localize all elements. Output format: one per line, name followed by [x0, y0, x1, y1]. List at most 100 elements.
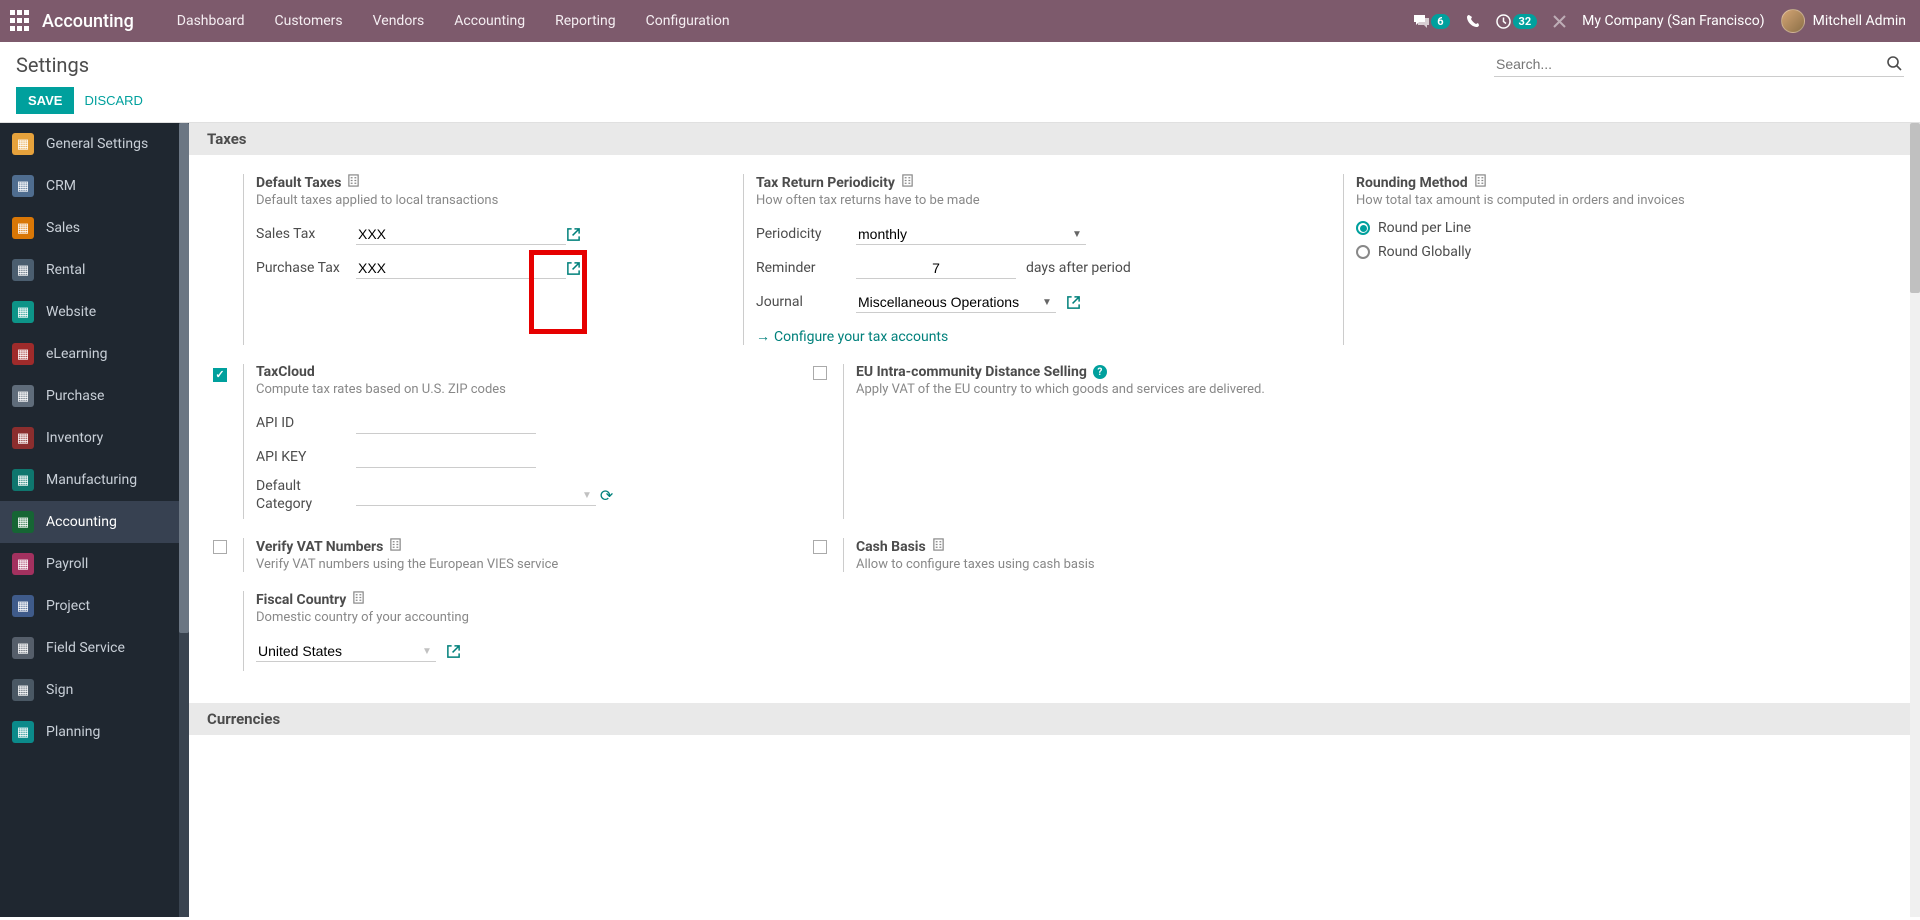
discard-button[interactable]: Discard — [84, 93, 143, 108]
avatar — [1781, 9, 1805, 33]
radio-icon — [1356, 245, 1370, 259]
sidebar-item-purchase[interactable]: ▦Purchase — [0, 375, 189, 417]
sidebar-item-accounting[interactable]: ▦Accounting — [0, 501, 189, 543]
sidebar-item-label: Website — [46, 304, 96, 320]
journal-select[interactable] — [856, 292, 1056, 313]
fiscal-country-external-link-icon[interactable] — [446, 644, 461, 659]
company-selector[interactable]: My Company (San Francisco) — [1582, 13, 1764, 29]
sales-tax-external-link-icon[interactable] — [566, 227, 581, 242]
nav-item-dashboard[interactable]: Dashboard — [162, 0, 260, 42]
nav-item-reporting[interactable]: Reporting — [540, 0, 631, 42]
sidebar-item-label: CRM — [46, 178, 76, 194]
nav-item-accounting[interactable]: Accounting — [439, 0, 540, 42]
eu-distance-checkbox[interactable] — [813, 366, 827, 380]
sidebar-item-website[interactable]: ▦ Website — [0, 291, 189, 333]
sidebar-icon: ▦ — [12, 469, 34, 491]
chevron-down-icon[interactable]: ▼ — [422, 646, 432, 657]
nav-item-customers[interactable]: Customers — [260, 0, 358, 42]
close-tray-icon[interactable] — [1553, 15, 1566, 28]
sidebar-item-label: Sales — [46, 220, 80, 236]
setting-eu-distance: EU Intra-community Distance Selling ? Ap… — [813, 359, 1313, 533]
periodicity-select[interactable] — [856, 224, 1086, 245]
sidebar-item-label: Field Service — [46, 640, 125, 656]
rounding-title: Rounding Method — [1356, 175, 1468, 191]
chevron-down-icon[interactable]: ▼ — [1042, 297, 1052, 308]
building-icon — [932, 538, 945, 555]
taxcloud-checkbox[interactable] — [213, 368, 227, 382]
sidebar-item-label: Project — [46, 598, 90, 614]
fiscal-country-select[interactable] — [256, 641, 436, 662]
sidebar-item-rental[interactable]: ▦Rental — [0, 249, 189, 291]
refresh-icon[interactable]: ⟳ — [600, 486, 613, 505]
purchase-tax-external-link-icon[interactable] — [566, 261, 581, 276]
messages-icon[interactable]: 6 — [1413, 14, 1449, 29]
periodicity-label: Periodicity — [756, 226, 856, 242]
taxcloud-title: TaxCloud — [256, 364, 315, 380]
default-category-select[interactable] — [356, 485, 596, 506]
user-menu[interactable]: Mitchell Admin — [1781, 9, 1906, 33]
chevron-down-icon[interactable]: ▼ — [582, 490, 592, 501]
content-scrollbar[interactable] — [1910, 123, 1920, 917]
building-icon — [352, 591, 365, 608]
sidebar-icon: ▦ — [12, 175, 34, 197]
sidebar-scrollbar[interactable] — [179, 123, 189, 917]
nav-item-configuration[interactable]: Configuration — [631, 0, 745, 42]
nav-item-vendors[interactable]: Vendors — [358, 0, 440, 42]
api-key-input[interactable] — [356, 447, 536, 468]
journal-external-link-icon[interactable] — [1066, 295, 1081, 310]
sidebar-icon: ▦ — [12, 595, 34, 617]
cash-basis-checkbox[interactable] — [813, 540, 827, 554]
radio-label: Round Globally — [1378, 244, 1471, 260]
settings-sidebar: ▦General Settings▦CRM▦Sales▦Rental▦Websi… — [0, 123, 189, 917]
sidebar-item-label: Purchase — [46, 388, 104, 404]
sidebar-item-sales[interactable]: ▦Sales — [0, 207, 189, 249]
chevron-down-icon[interactable]: ▼ — [1072, 229, 1082, 240]
sidebar-item-planning[interactable]: ▦Planning — [0, 711, 189, 753]
purchase-tax-label: Purchase Tax — [256, 260, 356, 276]
sidebar-item-project[interactable]: ▦ Project — [0, 585, 189, 627]
setting-rounding: Rounding Method How total tax amount is … — [1313, 169, 1813, 359]
top-nav: Accounting Dashboard Customers Vendors A… — [0, 0, 1920, 42]
sidebar-item-label: Payroll — [46, 556, 88, 572]
sidebar-item-sign[interactable]: ▦Sign — [0, 669, 189, 711]
building-icon — [389, 538, 402, 555]
api-id-input[interactable] — [356, 413, 536, 434]
reminder-label: Reminder — [756, 260, 856, 276]
phone-icon[interactable] — [1466, 14, 1480, 28]
sidebar-icon: ▦ — [12, 133, 34, 155]
sidebar-item-payroll[interactable]: ▦Payroll — [0, 543, 189, 585]
sidebar-item-crm[interactable]: ▦ CRM — [0, 165, 189, 207]
eu-distance-title: EU Intra-community Distance Selling — [856, 364, 1087, 380]
configure-tax-accounts-link[interactable]: Configure your tax accounts — [756, 328, 948, 345]
default-category-label: Default Category — [256, 477, 356, 513]
sidebar-item-general-settings[interactable]: ▦General Settings — [0, 123, 189, 165]
reminder-input[interactable] — [856, 258, 1016, 279]
sales-tax-input[interactable] — [356, 224, 566, 245]
brand[interactable]: Accounting — [42, 11, 134, 32]
apps-icon[interactable] — [10, 10, 32, 32]
activities-icon[interactable]: 32 — [1496, 14, 1538, 29]
sidebar-item-label: Sign — [46, 682, 73, 698]
tax-return-title: Tax Return Periodicity — [756, 175, 895, 191]
round-per-line-radio[interactable]: Round per Line — [1356, 220, 1801, 236]
taxcloud-desc: Compute tax rates based on U.S. ZIP code… — [256, 382, 801, 397]
body: ▦General Settings▦CRM▦Sales▦Rental▦Websi… — [0, 123, 1920, 917]
sidebar-item-field-service[interactable]: ▦Field Service — [0, 627, 189, 669]
verify-vat-checkbox[interactable] — [213, 540, 227, 554]
page-title: Settings — [16, 53, 1494, 77]
help-icon[interactable]: ? — [1093, 365, 1107, 379]
sidebar-icon: ▦ — [12, 301, 34, 323]
setting-taxcloud: TaxCloud Compute tax rates based on U.S.… — [213, 359, 813, 533]
sidebar-item-inventory[interactable]: ▦Inventory — [0, 417, 189, 459]
sidebar-icon: ▦ — [12, 427, 34, 449]
cash-basis-desc: Allow to configure taxes using cash basi… — [856, 557, 1301, 572]
round-globally-radio[interactable]: Round Globally — [1356, 244, 1801, 260]
setting-fiscal-country: Fiscal Country Domestic country of your … — [213, 586, 813, 685]
sidebar-item-elearning[interactable]: ▦eLearning — [0, 333, 189, 375]
search-icon[interactable] — [1887, 56, 1902, 75]
sidebar-item-manufacturing[interactable]: ▦Manufacturing — [0, 459, 189, 501]
reminder-suffix: days after period — [1026, 260, 1131, 276]
search-input[interactable] — [1494, 52, 1904, 77]
purchase-tax-input[interactable] — [356, 258, 566, 279]
save-button[interactable]: Save — [16, 87, 74, 114]
